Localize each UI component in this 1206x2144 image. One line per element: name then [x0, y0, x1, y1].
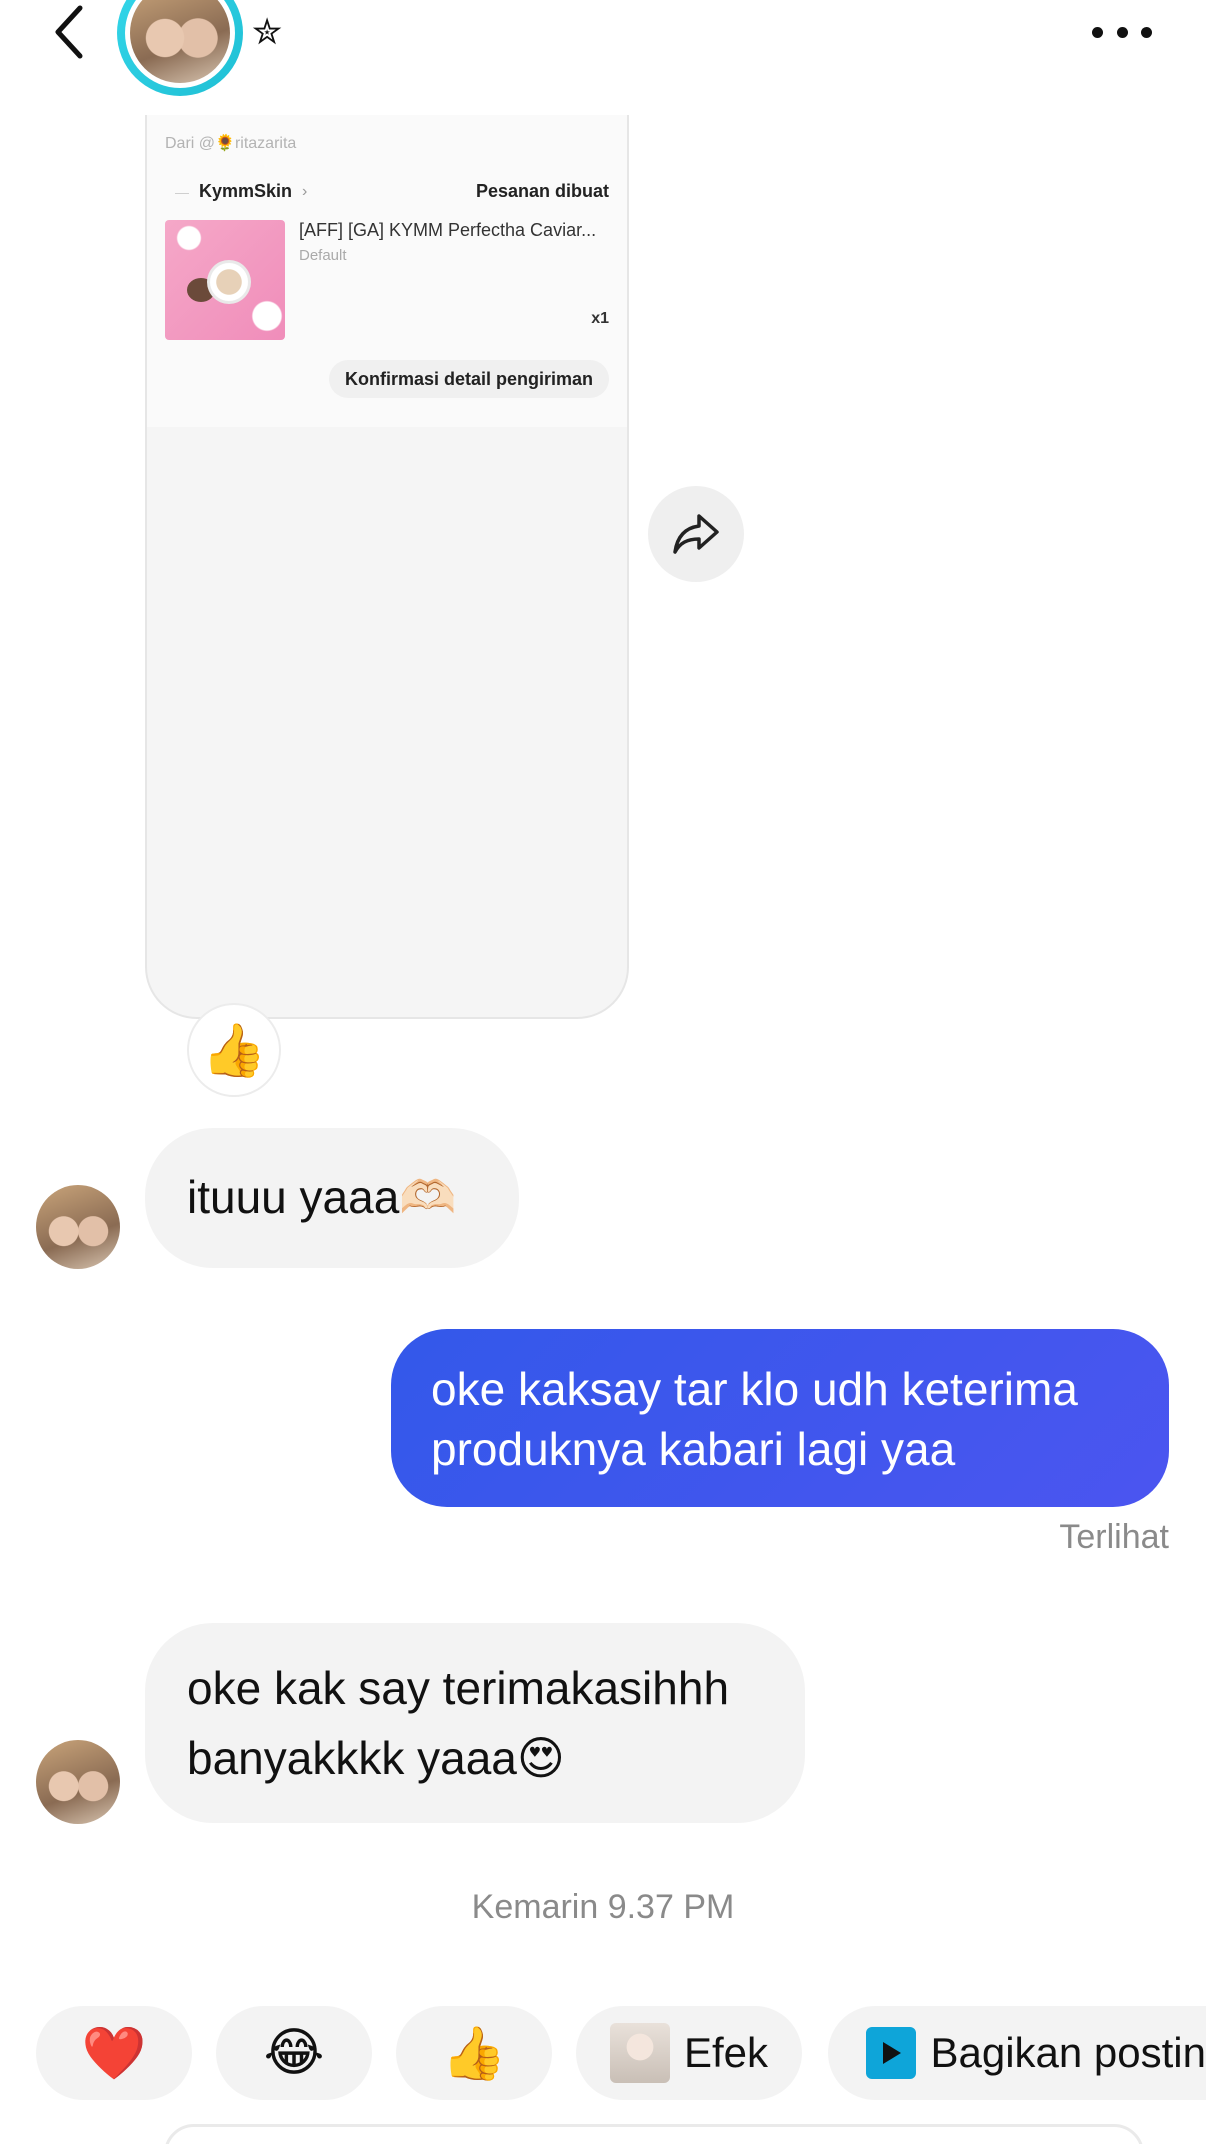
quick-reaction-laugh[interactable]: 😂 [216, 2006, 372, 2100]
product-quantity: x1 [591, 310, 609, 327]
incoming-message[interactable]: ituuu yaaa🫶🏻 [145, 1128, 519, 1268]
product-name: [AFF] [GA] KYMM Perfectha Caviar... [299, 220, 597, 240]
outgoing-message[interactable]: oke kaksay tar klo udh keterima produkny… [391, 1329, 1169, 1507]
message-timestamp: Kemarin 9.37 PM [471, 1888, 735, 1926]
shop-icon: — [175, 183, 189, 200]
heart-icon: ❤️ [81, 2024, 147, 2083]
effect-thumbnail-icon [609, 2023, 670, 2083]
shop-name[interactable]: KymmSkin [199, 181, 292, 202]
product-variant: Default [299, 247, 347, 264]
shared-order-card[interactable]: Dari @🌻ritazarita — KymmSkin › Pesanan d… [145, 115, 629, 1019]
share-post-label: Bagikan postin [930, 2029, 1206, 2076]
seen-status: Terlihat [1059, 1518, 1169, 1556]
dot-icon [1092, 26, 1103, 38]
product-image [165, 220, 285, 340]
effects-button[interactable]: Efek [576, 2006, 802, 2100]
effects-label: Efek [683, 2029, 769, 2076]
incoming-message[interactable]: oke kak say terimakasihhh banyakkkk yaaa… [145, 1623, 805, 1823]
message-text-line: produknya kabari lagi yaa [431, 1423, 956, 1475]
back-button[interactable] [44, 0, 94, 64]
message-text: ituuu yaaa🫶🏻 [187, 1171, 457, 1223]
message-text-line: oke kaksay tar klo udh keterima [431, 1363, 1078, 1415]
shared-from-label: Dari @🌻ritazarita [165, 135, 297, 152]
share-post-button[interactable]: Bagikan postin [828, 2006, 1206, 2100]
more-options-button[interactable] [1090, 14, 1154, 50]
share-arrow-icon [673, 514, 719, 554]
dot-icon [1116, 26, 1128, 38]
message-text-line: banyakkkk yaaa😍 [187, 1732, 565, 1784]
chevron-right-icon: › [302, 182, 308, 200]
chevron-left-icon [55, 5, 83, 59]
sender-avatar[interactable] [36, 1740, 120, 1824]
message-input[interactable] [164, 2124, 1144, 2144]
message-reaction[interactable]: 👍 [187, 1003, 281, 1097]
quick-reaction-thumbs-up[interactable]: 👍 [396, 2006, 552, 2100]
sender-avatar[interactable] [36, 1185, 120, 1269]
quick-reaction-heart[interactable]: ❤️ [36, 2006, 192, 2100]
contact-avatar[interactable] [117, 0, 243, 96]
thumbs-up-icon: 👍 [441, 2024, 507, 2083]
play-icon [866, 2027, 917, 2079]
laugh-icon: 😂 [263, 2024, 325, 2082]
dot-icon [1141, 26, 1152, 38]
order-status: Pesanan dibuat [475, 181, 609, 201]
message-text-line: oke kak say terimakasihhh [187, 1662, 730, 1714]
star-icon: ✮ [252, 11, 283, 52]
confirm-shipping-button[interactable]: Konfirmasi detail pengiriman [329, 360, 609, 398]
share-button[interactable] [648, 486, 744, 582]
